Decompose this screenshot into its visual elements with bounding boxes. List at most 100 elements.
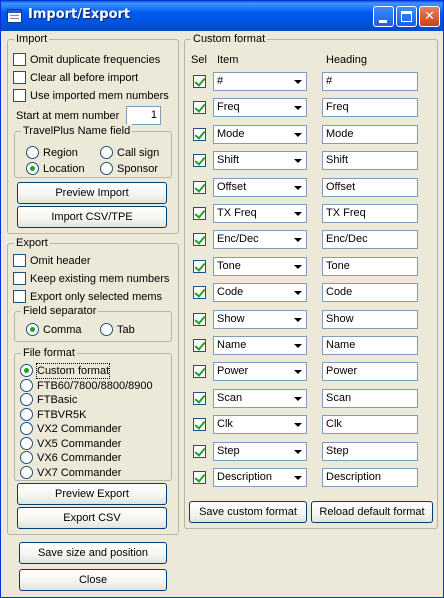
row-select-checkbox-3[interactable] bbox=[193, 154, 206, 168]
separator-radio-label-1[interactable]: Tab bbox=[117, 323, 135, 337]
chevron-down-icon[interactable] bbox=[290, 390, 305, 406]
chevron-down-icon[interactable] bbox=[290, 153, 305, 169]
row-heading-input-0[interactable]: # bbox=[322, 72, 418, 91]
row-select-checkbox-13[interactable] bbox=[193, 418, 206, 432]
row-item-dropdown-12[interactable]: Scan bbox=[213, 388, 307, 408]
export-option-checkbox-2[interactable] bbox=[13, 290, 26, 303]
row-select-checkbox-6[interactable] bbox=[193, 233, 206, 247]
file-format-radio-7[interactable] bbox=[20, 465, 33, 479]
title-bar[interactable]: Import/Export ✕ bbox=[1, 1, 443, 31]
row-heading-input-9[interactable]: Show bbox=[322, 309, 418, 329]
export-option-checkbox-label-0[interactable]: Omit header bbox=[30, 254, 91, 268]
file-format-radio-label-6[interactable]: VX6 Commander bbox=[37, 451, 121, 465]
separator-radio-label-0[interactable]: Comma bbox=[43, 323, 82, 337]
row-select-checkbox-1[interactable] bbox=[193, 101, 206, 115]
chevron-down-icon[interactable] bbox=[290, 100, 305, 116]
export-option-checkbox-label-2[interactable]: Export only selected mems bbox=[30, 290, 162, 304]
close-button[interactable]: Close bbox=[19, 569, 167, 591]
chevron-down-icon[interactable] bbox=[290, 311, 305, 327]
chevron-down-icon[interactable] bbox=[290, 126, 305, 142]
row-item-dropdown-14[interactable]: Step bbox=[213, 441, 307, 461]
close-window-button[interactable]: ✕ bbox=[419, 6, 440, 27]
chevron-down-icon[interactable] bbox=[290, 258, 305, 274]
travelplus-radio-0[interactable] bbox=[26, 146, 39, 159]
separator-radio-1[interactable] bbox=[100, 323, 113, 336]
file-format-radio-6[interactable] bbox=[20, 451, 33, 464]
row-item-dropdown-9[interactable]: Show bbox=[213, 309, 307, 329]
row-heading-input-13[interactable]: Clk bbox=[322, 415, 418, 435]
start-mem-number-input[interactable]: 1 bbox=[126, 106, 161, 125]
chevron-down-icon[interactable] bbox=[290, 470, 305, 485]
row-select-checkbox-10[interactable] bbox=[193, 339, 206, 352]
file-format-radio-label-1[interactable]: FTB60/7800/8800/8900 bbox=[37, 379, 153, 393]
chevron-down-icon[interactable] bbox=[290, 417, 305, 433]
save-custom-format-button[interactable]: Save custom format bbox=[189, 501, 307, 523]
chevron-down-icon[interactable] bbox=[290, 443, 305, 459]
row-heading-input-4[interactable]: Offset bbox=[322, 177, 418, 197]
row-item-dropdown-3[interactable]: Shift bbox=[213, 151, 307, 171]
preview-export-button[interactable]: Preview Export bbox=[17, 483, 167, 505]
row-heading-input-1[interactable]: Freq bbox=[322, 98, 418, 118]
chevron-down-icon[interactable] bbox=[290, 74, 305, 89]
import-csv-button[interactable]: Import CSV/TPE bbox=[17, 206, 167, 228]
separator-radio-0[interactable] bbox=[26, 323, 39, 336]
row-item-dropdown-4[interactable]: Offset bbox=[213, 177, 307, 197]
minimize-button[interactable] bbox=[373, 6, 394, 27]
row-item-dropdown-7[interactable]: Tone bbox=[213, 256, 307, 276]
file-format-radio-label-4[interactable]: VX2 Commander bbox=[37, 422, 121, 436]
row-heading-input-12[interactable]: Scan bbox=[322, 388, 418, 408]
row-heading-input-14[interactable]: Step bbox=[322, 441, 418, 461]
import-option-checkbox-label-1[interactable]: Clear all before import bbox=[30, 71, 138, 85]
row-item-dropdown-10[interactable]: Name bbox=[213, 336, 307, 355]
chevron-down-icon[interactable] bbox=[290, 285, 305, 301]
row-select-checkbox-8[interactable] bbox=[193, 286, 206, 300]
row-item-dropdown-11[interactable]: Power bbox=[213, 362, 307, 382]
row-heading-input-6[interactable]: Enc/Dec bbox=[322, 230, 418, 250]
file-format-radio-label-5[interactable]: VX5 Commander bbox=[37, 437, 121, 451]
travelplus-radio-label-3[interactable]: Sponsor bbox=[117, 162, 158, 176]
file-format-radio-1[interactable] bbox=[20, 378, 33, 392]
row-heading-input-3[interactable]: Shift bbox=[322, 151, 418, 171]
export-option-checkbox-0[interactable] bbox=[13, 254, 26, 267]
travelplus-radio-3[interactable] bbox=[100, 162, 113, 175]
travelplus-radio-label-2[interactable]: Location bbox=[43, 162, 85, 176]
row-item-dropdown-13[interactable]: Clk bbox=[213, 415, 307, 435]
file-format-radio-2[interactable] bbox=[20, 393, 33, 406]
chevron-down-icon[interactable] bbox=[290, 232, 305, 248]
file-format-radio-3[interactable] bbox=[20, 407, 33, 421]
chevron-down-icon[interactable] bbox=[290, 179, 305, 195]
row-item-dropdown-5[interactable]: TX Freq bbox=[213, 204, 307, 223]
reload-default-format-button[interactable]: Reload default format bbox=[311, 501, 433, 523]
chevron-down-icon[interactable] bbox=[290, 364, 305, 380]
file-format-radio-4[interactable] bbox=[20, 422, 33, 435]
row-select-checkbox-14[interactable] bbox=[193, 444, 206, 458]
row-select-checkbox-12[interactable] bbox=[193, 391, 206, 405]
import-option-checkbox-0[interactable] bbox=[13, 53, 26, 66]
save-size-position-button[interactable]: Save size and position bbox=[19, 542, 167, 564]
export-csv-button[interactable]: Export CSV bbox=[17, 507, 167, 529]
row-select-checkbox-5[interactable] bbox=[193, 207, 206, 220]
chevron-down-icon[interactable] bbox=[290, 206, 305, 221]
travelplus-radio-label-0[interactable]: Region bbox=[43, 146, 78, 160]
row-heading-input-15[interactable]: Description bbox=[322, 468, 418, 487]
import-option-checkbox-2[interactable] bbox=[13, 89, 26, 102]
import-option-checkbox-label-2[interactable]: Use imported mem numbers bbox=[30, 89, 169, 103]
row-item-dropdown-1[interactable]: Freq bbox=[213, 98, 307, 118]
file-format-radio-0[interactable] bbox=[20, 364, 33, 377]
file-format-radio-5[interactable] bbox=[20, 436, 33, 450]
preview-import-button[interactable]: Preview Import bbox=[17, 182, 167, 204]
file-format-radio-label-7[interactable]: VX7 Commander bbox=[37, 466, 121, 480]
row-select-checkbox-11[interactable] bbox=[193, 365, 206, 379]
export-option-checkbox-1[interactable] bbox=[13, 272, 26, 285]
row-select-checkbox-9[interactable] bbox=[193, 312, 206, 326]
file-format-radio-label-0[interactable]: Custom format bbox=[35, 363, 111, 379]
row-select-checkbox-0[interactable] bbox=[193, 75, 206, 88]
row-heading-input-5[interactable]: TX Freq bbox=[322, 204, 418, 223]
row-heading-input-8[interactable]: Code bbox=[322, 283, 418, 303]
travelplus-radio-2[interactable] bbox=[26, 162, 39, 175]
row-select-checkbox-7[interactable] bbox=[193, 259, 206, 273]
travelplus-radio-1[interactable] bbox=[100, 146, 113, 159]
row-item-dropdown-15[interactable]: Description bbox=[213, 468, 307, 487]
import-option-checkbox-1[interactable] bbox=[13, 71, 26, 84]
file-format-radio-label-3[interactable]: FTBVR5K bbox=[37, 408, 87, 422]
